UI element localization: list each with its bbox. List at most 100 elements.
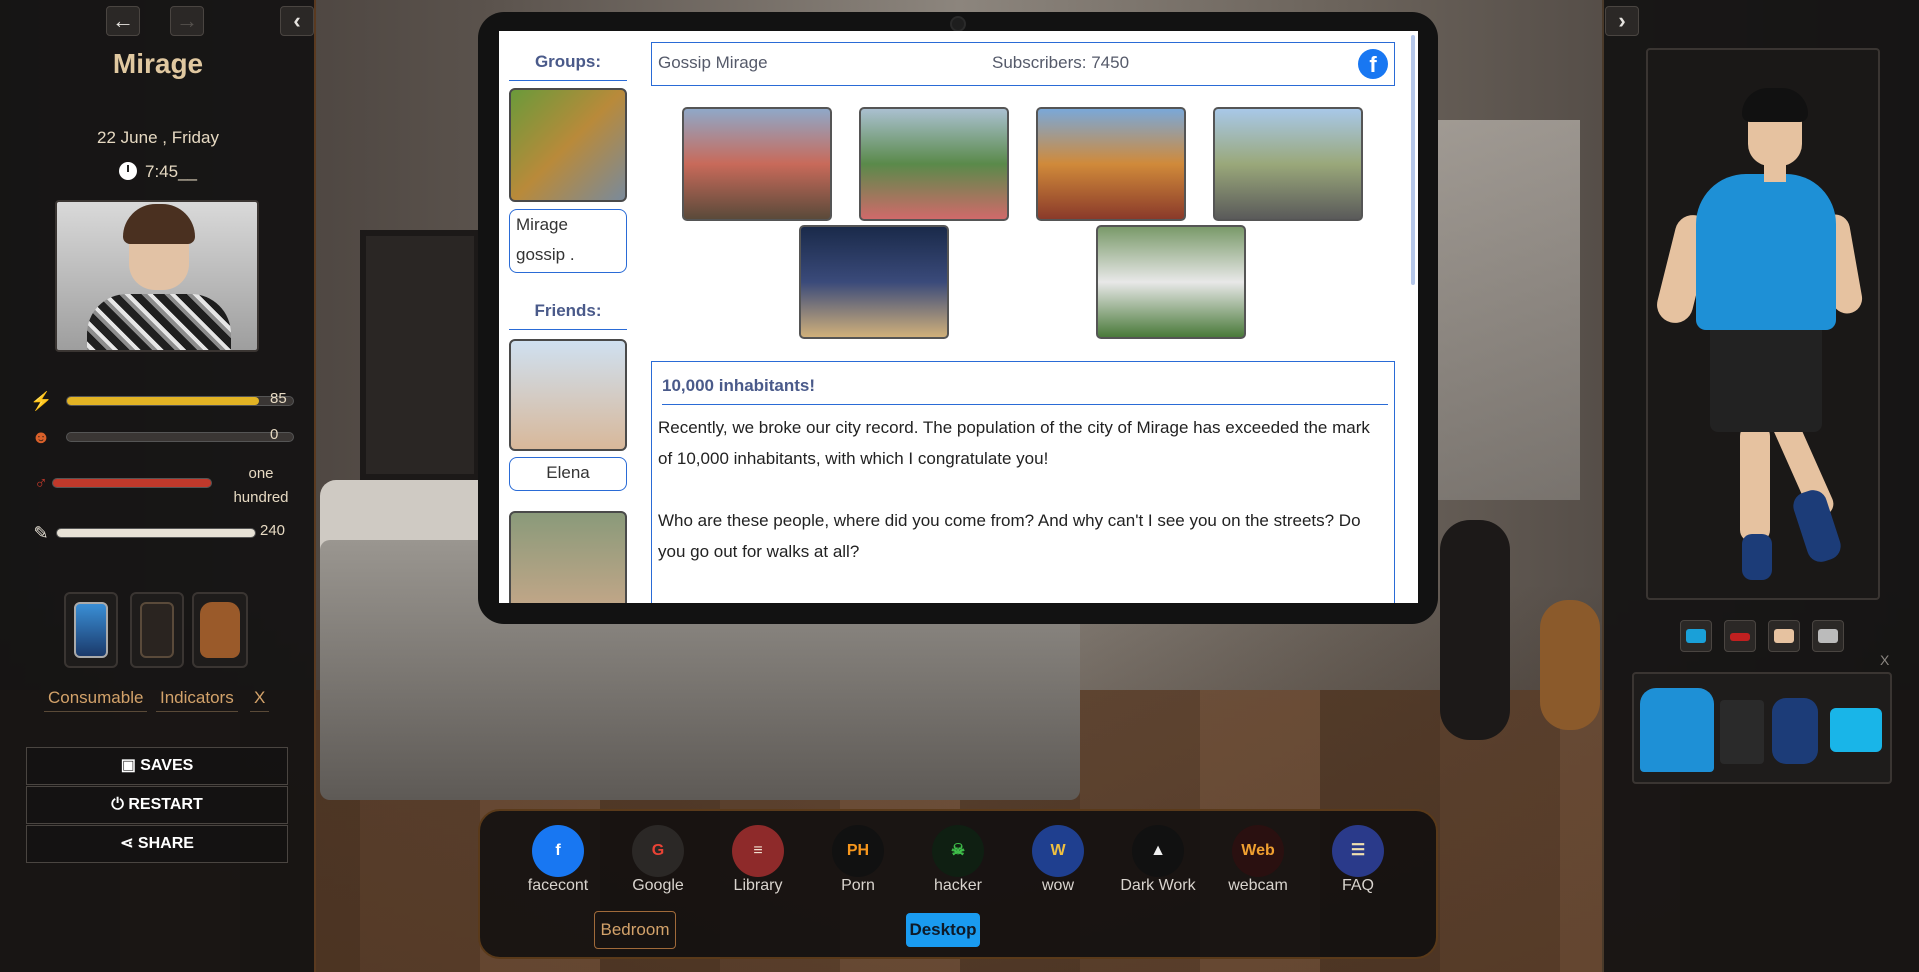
forward-arrow-icon[interactable]: → — [170, 6, 204, 36]
dock-app-library[interactable]: ≡ Library — [708, 825, 808, 905]
drug-stat: ✎ 240 — [30, 522, 300, 543]
libido-bar — [52, 478, 212, 488]
energy-value: 85 — [270, 390, 287, 407]
backpack-icon — [200, 602, 240, 658]
close-tab-button[interactable]: X — [250, 686, 270, 712]
body-tab[interactable] — [1768, 620, 1800, 652]
power-icon: ⏻ — [111, 796, 129, 813]
guitar-case — [1440, 520, 1510, 740]
libido-icon: ♂ — [34, 473, 48, 493]
dock-app-dark-work[interactable]: ▲ Dark Work — [1108, 825, 1208, 905]
restart-button[interactable]: ⏻ RESTART — [26, 786, 288, 824]
spy-icon: ▲ — [1132, 825, 1184, 877]
friend-name-button[interactable]: Elena — [509, 457, 627, 491]
gallery-photo-town[interactable] — [1036, 107, 1186, 221]
drug-value: 240 — [260, 522, 286, 539]
sneakers-item[interactable] — [1772, 698, 1818, 764]
social-network-screen: Groups: Mirage gossip . Friends: Elena G… — [499, 31, 1418, 603]
group-label[interactable]: Mirage gossip . — [509, 209, 627, 273]
mood-bar — [66, 432, 294, 442]
gallery-photo-gazebo[interactable] — [1096, 225, 1246, 339]
notebook-slot[interactable] — [130, 592, 184, 668]
group-page: Gossip Mirage Subscribers: 7450 f 10,000… — [651, 31, 1400, 603]
dock-app-label: hacker — [933, 877, 983, 894]
page-name: Gossip Mirage — [658, 53, 768, 72]
saves-button[interactable]: ▣ SAVES — [26, 747, 288, 785]
libido-bar-fill — [53, 479, 211, 487]
friend-photo-2[interactable] — [509, 511, 627, 603]
tablet-camera — [950, 16, 966, 32]
libido-value: one hundred — [226, 462, 296, 510]
outfit-icon — [1686, 629, 1706, 643]
phone-slot[interactable] — [64, 592, 118, 668]
back-arrow-icon[interactable]: ← — [106, 6, 140, 36]
gallery-photo-street[interactable] — [1213, 107, 1363, 221]
friend-photo[interactable] — [509, 339, 627, 451]
expand-right-icon[interactable]: › — [1605, 6, 1639, 36]
page-header: Gossip Mirage Subscribers: 7450 f — [651, 42, 1395, 86]
hacker-skull-icon: ☠ — [932, 825, 984, 877]
post-paragraph-1: Recently, we broke our city record. The … — [658, 418, 1370, 468]
post-paragraph-2: Who are these people, where did you come… — [658, 511, 1361, 561]
boxers-item[interactable] — [1830, 708, 1882, 752]
dock-app-faq[interactable]: ☰ FAQ — [1308, 825, 1408, 905]
dock-app-wow[interactable]: Wwow — [1008, 825, 1108, 905]
warcraft-icon: W — [1032, 825, 1084, 877]
character-left-leg — [1740, 424, 1770, 542]
date-text: 22 June , Friday — [97, 128, 219, 147]
dock-app-google[interactable]: G Google — [608, 825, 708, 905]
portrait-hair — [123, 204, 195, 244]
gallery-photo-market[interactable] — [682, 107, 832, 221]
dock-app-webcam[interactable]: Web webcam — [1208, 825, 1308, 905]
mood-face-icon: ☻ — [31, 427, 51, 447]
character-shorts — [1710, 322, 1822, 432]
bookshelf — [360, 230, 480, 480]
dock-app-label: Dark Work — [1120, 877, 1196, 894]
google-icon: G — [632, 825, 684, 877]
restart-label: RESTART — [128, 796, 203, 813]
libido-value-line1: one — [248, 465, 274, 482]
gallery-photo-evening[interactable] — [799, 225, 949, 339]
gallery-photo-fair[interactable] — [859, 107, 1009, 221]
faq-scroll-icon: ☰ — [1332, 825, 1384, 877]
outfit-tab[interactable] — [1680, 620, 1712, 652]
indicators-tab[interactable]: Indicators — [156, 686, 238, 712]
hat-tab[interactable] — [1812, 620, 1844, 652]
energy-stat: ⚡ 85 — [30, 390, 300, 411]
post-card: 10,000 inhabitants! Recently, we broke o… — [651, 361, 1395, 603]
facebook-icon[interactable]: f — [1358, 49, 1388, 79]
dock-app-facecont[interactable]: f facecont — [508, 825, 608, 905]
social-sidebar: Groups: Mirage gossip . Friends: Elena — [499, 31, 633, 603]
time-display: 7:45__ — [0, 162, 316, 182]
lightning-icon: ⚡ — [30, 391, 53, 411]
page-scrollbar[interactable] — [1411, 35, 1415, 285]
dock-app-label: Library — [733, 877, 783, 894]
porn-hub-icon: PH — [832, 825, 884, 877]
group-thumbnail[interactable] — [509, 88, 627, 202]
dock-app-label: wow — [1041, 877, 1074, 894]
phone-icon — [74, 602, 108, 658]
drug-bar-fill — [57, 529, 255, 537]
collapse-left-icon[interactable]: ‹ — [280, 6, 314, 36]
dock-app-hacker[interactable]: ☠ hacker — [908, 825, 1008, 905]
saves-label: SAVES — [140, 757, 194, 774]
share-icon: ⋖ — [120, 835, 138, 852]
drug-bar — [56, 528, 256, 538]
bedroom-button[interactable]: Bedroom — [594, 911, 676, 949]
subscriber-count: Subscribers: 7450 — [992, 53, 1130, 72]
underwear-tab[interactable] — [1724, 620, 1756, 652]
consumable-tab[interactable]: Consumable — [44, 686, 148, 712]
tshirt-item[interactable] — [1640, 688, 1714, 772]
share-button[interactable]: ⋖ SHARE — [26, 825, 288, 863]
backpack-slot[interactable] — [192, 592, 248, 668]
floppy-icon: ▣ — [120, 757, 141, 774]
time-text: 7:45__ — [145, 162, 197, 181]
hat-icon — [1818, 629, 1838, 643]
shorts-item[interactable] — [1720, 700, 1764, 764]
desktop-button[interactable]: Desktop — [906, 913, 980, 947]
player-portrait[interactable] — [55, 200, 259, 352]
wardrobe-close-button[interactable]: X — [1880, 652, 1889, 668]
energy-bar — [66, 396, 294, 406]
dock-app-label: facecont — [527, 877, 589, 894]
dock-app-porn[interactable]: PH Porn — [808, 825, 908, 905]
